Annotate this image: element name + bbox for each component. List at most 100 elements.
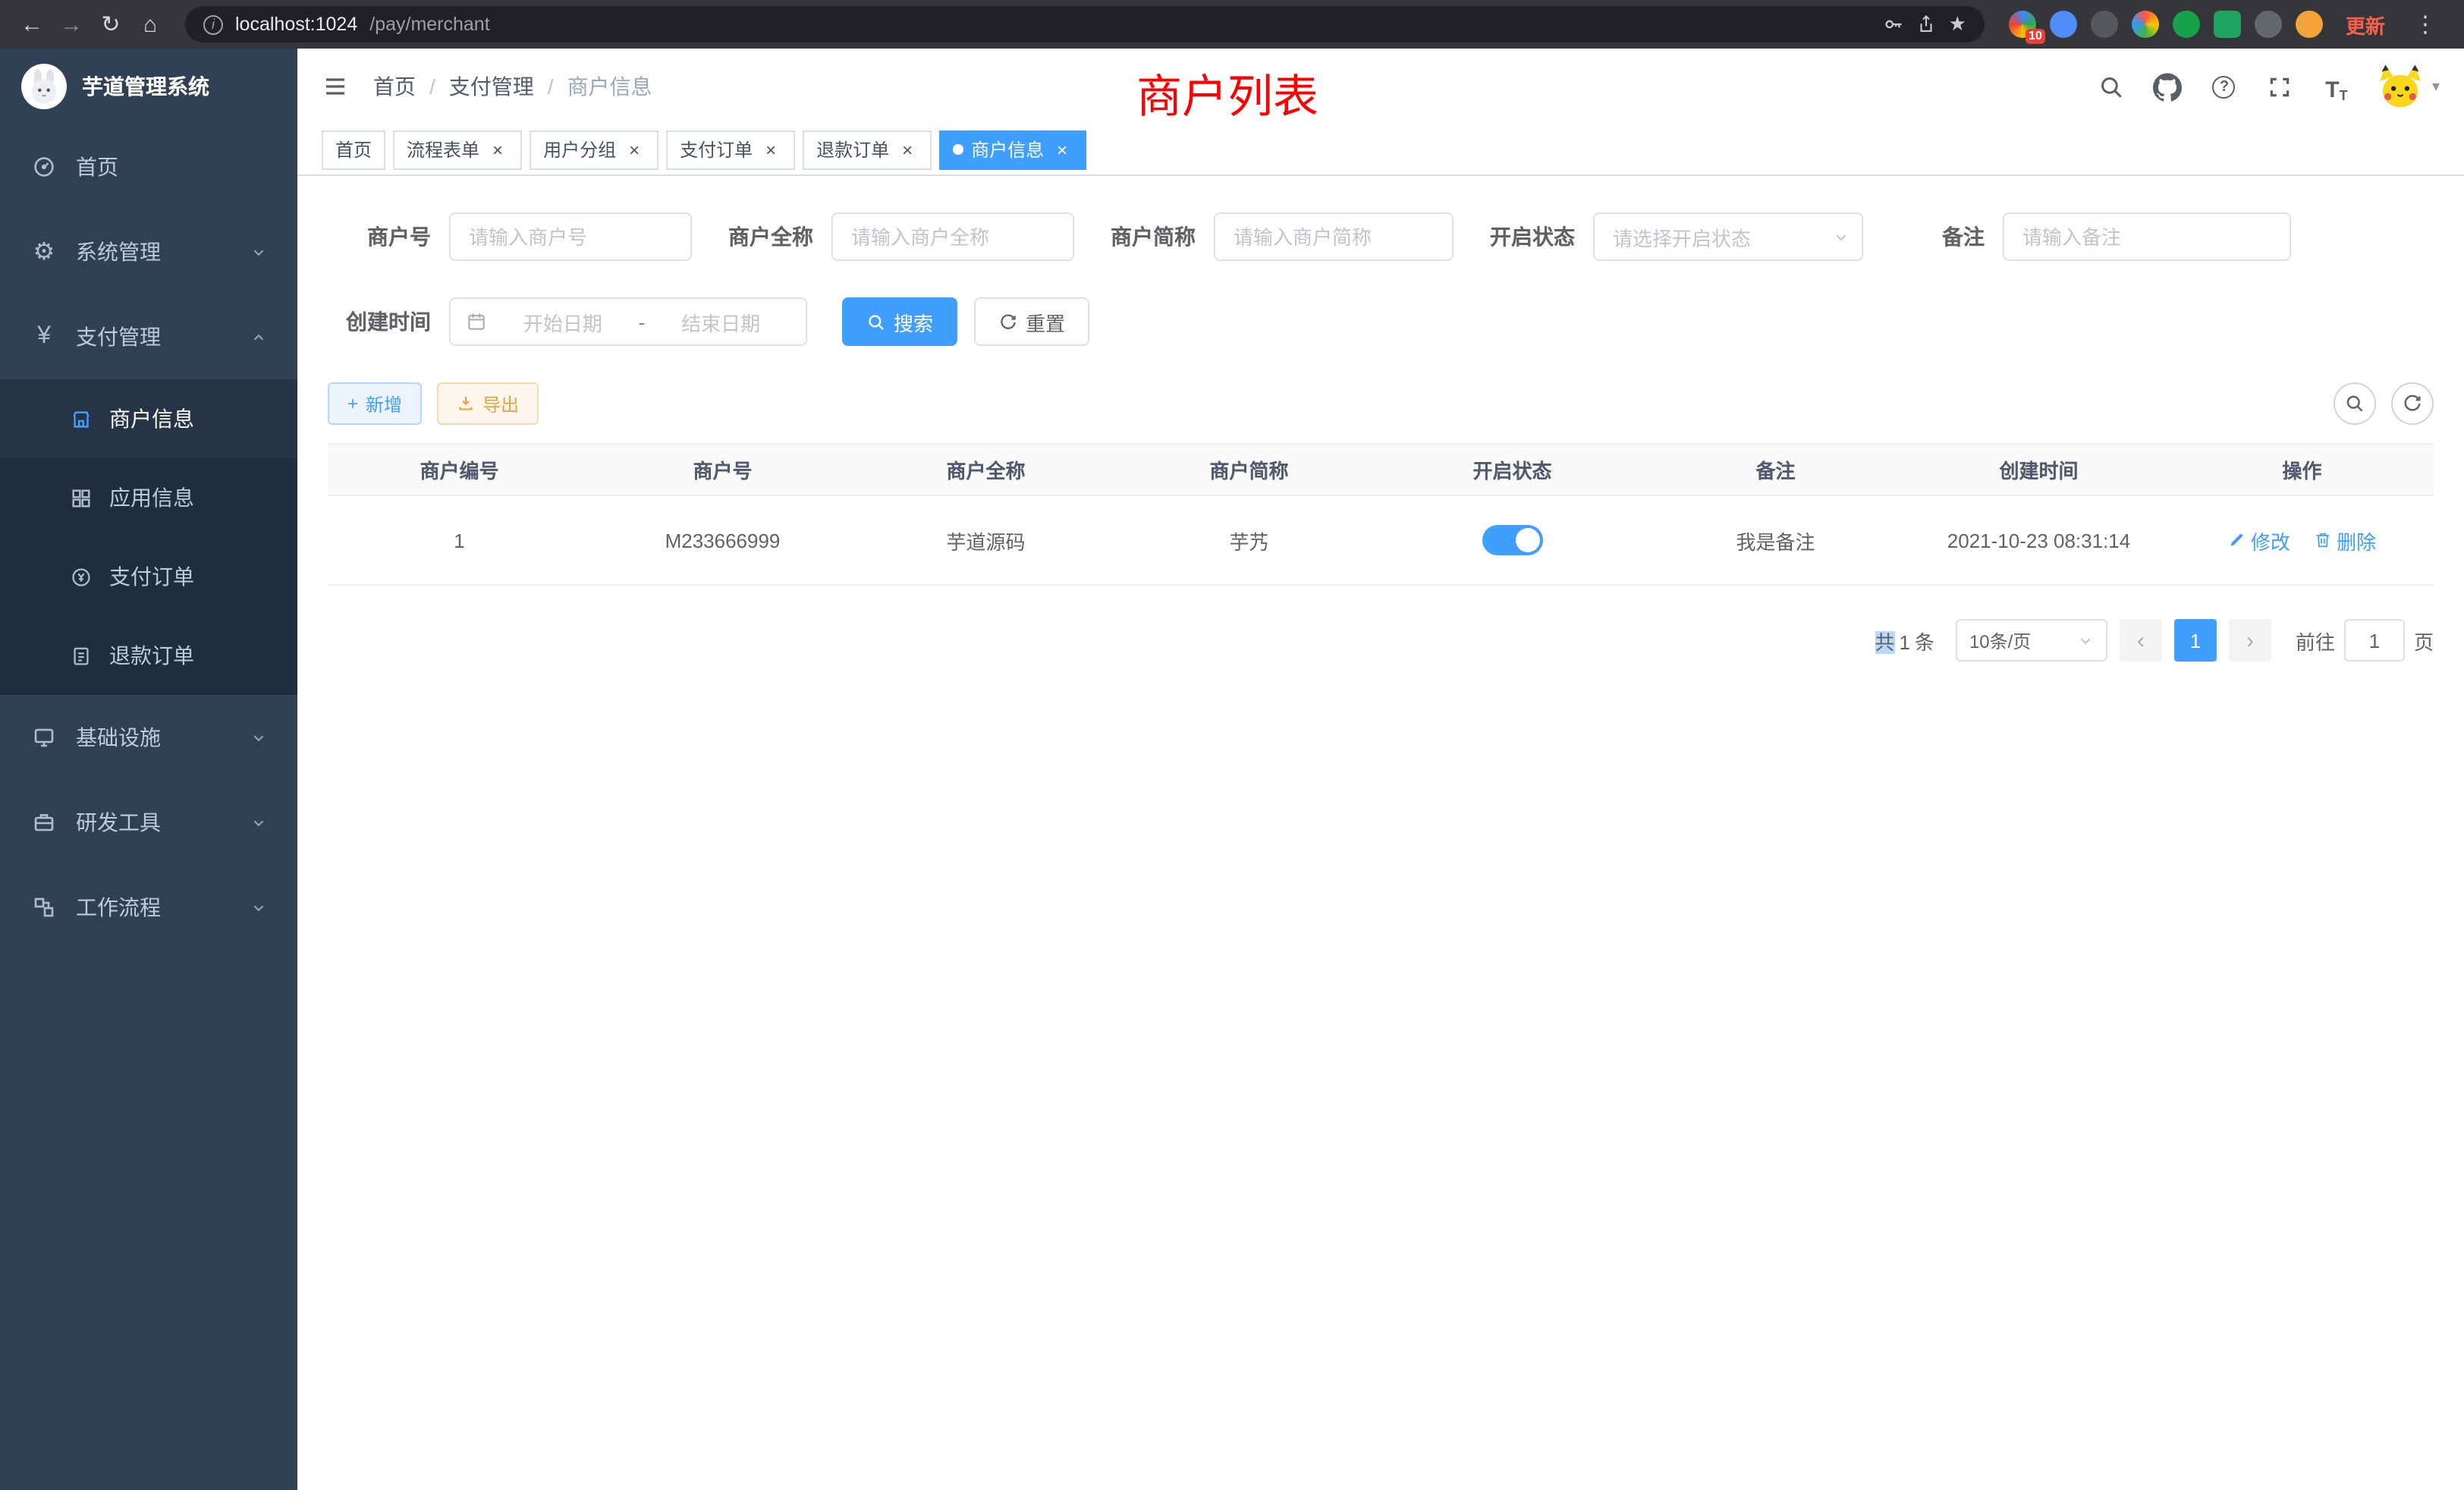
search-icon[interactable] — [2095, 70, 2129, 103]
share-icon[interactable] — [1917, 14, 1937, 35]
field-label: 商户号 — [328, 222, 431, 252]
sidebar-item-label: 基础设施 — [76, 722, 161, 753]
column-header: 创建时间 — [1907, 444, 2170, 495]
tab-pay-order[interactable]: 支付订单 × — [666, 130, 795, 169]
home-icon[interactable]: ⌂ — [130, 5, 170, 44]
grid-icon — [67, 486, 94, 509]
tab-label: 退款订单 — [816, 137, 889, 162]
tab-label: 支付订单 — [680, 137, 753, 162]
tab-process-form[interactable]: 流程表单 × — [393, 130, 522, 169]
password-key-icon[interactable] — [1884, 14, 1905, 35]
fullscreen-icon[interactable] — [2264, 70, 2297, 103]
edit-button[interactable]: 修改 — [2228, 526, 2290, 555]
sidebar-item-label: 系统管理 — [76, 237, 161, 267]
filter-status: 开启状态 请选择开启状态 — [1472, 212, 1863, 261]
field-label: 开启状态 — [1472, 222, 1575, 252]
close-icon[interactable]: × — [897, 139, 918, 160]
sidebar-item-app-info[interactable]: 应用信息 — [0, 458, 297, 537]
extension-icon[interactable] — [2091, 11, 2118, 38]
sidebar: 芋道管理系统 首页 ⚙ 系统管理 ¥ 支付管理 — [0, 49, 297, 1490]
sidebar-item-workflow[interactable]: 工作流程 — [0, 865, 297, 950]
site-info-icon[interactable]: i — [203, 14, 223, 34]
extension-icon[interactable] — [2132, 11, 2159, 38]
extension-icon[interactable] — [2173, 11, 2200, 38]
next-page-button[interactable]: › — [2229, 619, 2271, 662]
sidebar-item-merchant-info[interactable]: 商户信息 — [0, 379, 297, 458]
extension-icon[interactable]: 10 — [2009, 11, 2036, 38]
browser-menu-icon[interactable]: ⋮ — [2408, 11, 2443, 38]
filter-merchant-no: 商户号 — [328, 212, 692, 261]
goto-page-input[interactable] — [2344, 619, 2405, 662]
page-size-select[interactable]: 10条/页 — [1956, 619, 2107, 662]
status-select[interactable]: 请选择开启状态 — [1593, 212, 1863, 261]
tab-home[interactable]: 首页 — [322, 130, 385, 169]
sidebar-item-home[interactable]: 首页 — [0, 124, 297, 209]
chevron-down-icon — [2077, 632, 2094, 649]
hamburger-icon[interactable] — [322, 74, 349, 99]
filter-row-2: 创建时间 开始日期 - 结束日期 — [328, 297, 2434, 346]
logo[interactable]: 芋道管理系统 — [0, 49, 297, 124]
delete-label: 删除 — [2337, 526, 2376, 555]
tab-user-group[interactable]: 用户分组 × — [530, 130, 658, 169]
font-large-glyph: T — [2325, 77, 2339, 103]
sidebar-item-pay-order[interactable]: 支付订单 — [0, 537, 297, 616]
toolbox-icon — [30, 810, 58, 835]
address-bar[interactable]: i localhost:1024 /pay/merchant ★ — [185, 6, 1985, 42]
merchant-name-input[interactable] — [831, 212, 1074, 261]
gear-icon: ⚙ — [30, 237, 58, 267]
merchant-no-input[interactable] — [449, 212, 692, 261]
remark-input[interactable] — [2003, 212, 2291, 261]
sidebar-item-label: 支付管理 — [76, 322, 161, 352]
chevron-up-icon — [250, 328, 267, 345]
edit-label: 修改 — [2251, 526, 2290, 555]
sidebar-item-payment[interactable]: ¥ 支付管理 — [0, 294, 297, 379]
sidebar-item-refund-order[interactable]: 退款订单 — [0, 616, 297, 695]
plus-icon: + — [347, 393, 358, 414]
user-menu[interactable]: ▾ — [2376, 64, 2440, 109]
toggle-search-button[interactable] — [2334, 382, 2376, 425]
export-button[interactable]: 导出 — [437, 382, 539, 425]
status-toggle[interactable] — [1482, 525, 1543, 555]
merchant-short-input[interactable] — [1214, 212, 1454, 261]
field-label: 商户全称 — [710, 222, 813, 252]
help-icon[interactable]: ? — [2208, 70, 2241, 103]
close-icon[interactable]: × — [624, 139, 645, 160]
tab-refund-order[interactable]: 退款订单 × — [803, 130, 932, 169]
extension-icon[interactable] — [2050, 11, 2077, 38]
table-row: 1 M233666999 芋道源码 芋艿 我是备注 2021-10-23 08:… — [328, 495, 2434, 585]
font-size-icon[interactable]: TT — [2320, 70, 2353, 103]
tab-merchant-info[interactable]: 商户信息 × — [939, 130, 1086, 169]
date-range-picker[interactable]: 开始日期 - 结束日期 — [449, 297, 807, 346]
field-label: 创建时间 — [328, 306, 431, 337]
close-icon[interactable]: × — [1051, 139, 1073, 160]
breadcrumb-home[interactable]: 首页 — [373, 71, 416, 102]
refresh-button[interactable] — [2391, 382, 2434, 425]
extensions-area: 10 更新 ⋮ — [2000, 10, 2452, 39]
prev-page-button[interactable]: ‹ — [2120, 619, 2162, 662]
cell-create-time: 2021-10-23 08:31:14 — [1907, 495, 2170, 585]
extension-icon[interactable] — [2255, 11, 2282, 38]
sidebar-item-system[interactable]: ⚙ 系统管理 — [0, 209, 297, 294]
sidebar-item-dev-tools[interactable]: 研发工具 — [0, 780, 297, 865]
extension-icon[interactable] — [2214, 11, 2241, 38]
page-1-button[interactable]: 1 — [2174, 619, 2217, 662]
search-button[interactable]: 搜索 — [842, 297, 957, 346]
github-icon[interactable] — [2151, 70, 2185, 103]
delete-button[interactable]: 删除 — [2314, 526, 2376, 555]
back-icon[interactable]: ← — [12, 5, 52, 44]
extension-icon[interactable] — [2296, 11, 2323, 38]
cell-remark: 我是备注 — [1644, 495, 1907, 585]
close-icon[interactable]: × — [487, 139, 508, 160]
tab-label: 流程表单 — [407, 137, 479, 162]
breadcrumb: 首页 / 支付管理 / 商户信息 — [373, 71, 652, 102]
reset-button[interactable]: 重置 — [974, 297, 1089, 346]
close-icon[interactable]: × — [760, 139, 781, 160]
bookmark-star-icon[interactable]: ★ — [1949, 12, 1966, 36]
browser-update-button[interactable]: 更新 — [2346, 10, 2385, 39]
chevron-down-icon — [250, 814, 267, 831]
add-button[interactable]: + 新增 — [328, 382, 422, 425]
breadcrumb-payment[interactable]: 支付管理 — [449, 71, 534, 102]
sidebar-item-infrastructure[interactable]: 基础设施 — [0, 695, 297, 780]
forward-icon[interactable]: → — [52, 5, 91, 44]
reload-icon[interactable]: ↻ — [91, 5, 130, 44]
